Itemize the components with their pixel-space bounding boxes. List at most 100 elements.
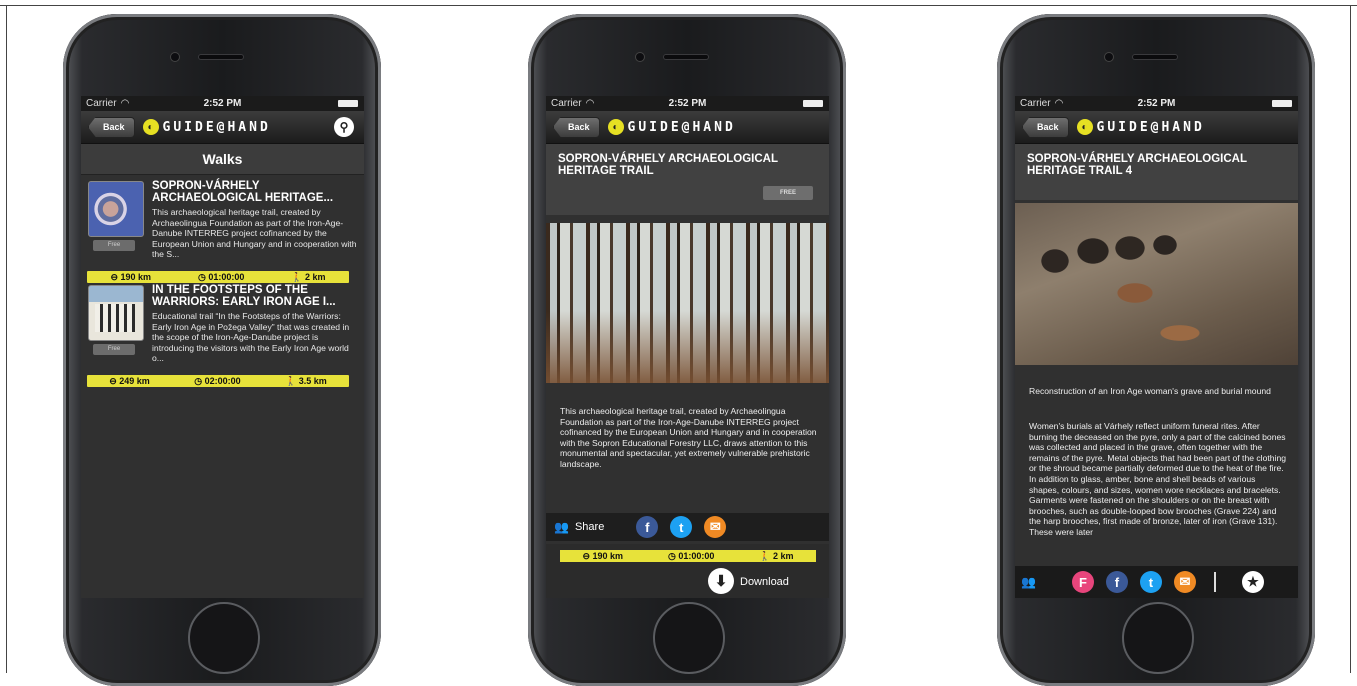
- speaker: [1133, 55, 1177, 59]
- length-stat: 🚶 2 km: [759, 550, 794, 561]
- app-logo: ◐ GUIDE@HAND: [142, 119, 271, 135]
- duration-stat: ◷ 01:00:00: [667, 550, 715, 561]
- distance-stat: ⊖ 190 km: [110, 271, 152, 282]
- clock: 2:52 PM: [1137, 98, 1176, 109]
- walk-thumbnail: [88, 181, 144, 237]
- distance-stat: ⊖ 249 km: [109, 375, 150, 386]
- status-bar: Carrier ◠ 2:52 PM: [1015, 96, 1298, 111]
- walker-icon: 🚶: [291, 271, 303, 282]
- status-bar: Carrier ◠ 2:52 PM: [81, 96, 364, 111]
- action-bar: 👥 F f t ✉ ★: [1015, 566, 1298, 598]
- detail-header: SOPRON-VÁRHELY ARCHAEOLOGICAL HERITAGE T…: [546, 144, 829, 215]
- people-icon[interactable]: 👥: [1021, 575, 1036, 589]
- walk-stats: ⊖ 190 km ◷ 01:00:00 🚶 2 km: [560, 550, 816, 562]
- car-icon: ⊖: [582, 550, 590, 561]
- twitter-icon[interactable]: t: [1139, 571, 1162, 593]
- trail-photo: [546, 223, 829, 383]
- battery-icon: [803, 100, 823, 107]
- mail-icon[interactable]: ✉: [1173, 571, 1196, 593]
- back-button[interactable]: Back: [553, 116, 600, 138]
- back-button[interactable]: Back: [1022, 116, 1069, 138]
- car-icon: ⊖: [110, 271, 118, 282]
- length-stat: 🚶 3.5 km: [285, 375, 327, 386]
- clock: 2:52 PM: [668, 98, 707, 109]
- page-title: Walks: [81, 144, 364, 175]
- screen-point-detail: Carrier ◠ 2:52 PM Back ◐ GUIDE@HAND SOPR…: [1015, 96, 1298, 598]
- camera: [636, 53, 644, 61]
- camera: [171, 53, 179, 61]
- screen-walk-detail: Carrier ◠ 2:52 PM Back ◐ GUIDE@HAND SOPR…: [546, 96, 829, 598]
- download-button[interactable]: ⬇: [708, 568, 734, 594]
- share-bar: 👥 Share f t ✉: [546, 513, 829, 541]
- status-bar: Carrier ◠ 2:52 PM: [546, 96, 829, 111]
- phone-1: Carrier ◠ 2:52 PM Back ◐ GUIDE@HAND ⚲ Wa…: [63, 14, 381, 686]
- speaker: [664, 55, 708, 59]
- twitter-icon[interactable]: t: [670, 516, 693, 538]
- back-button[interactable]: Back: [88, 116, 135, 138]
- clock: 2:52 PM: [203, 98, 242, 109]
- logo-text: GUIDE@HAND: [627, 119, 736, 135]
- list-item[interactable]: Free SOPRON-VÁRHELY ARCHAEOLOGICAL HERIT…: [81, 175, 364, 285]
- clock-icon: ◷: [197, 271, 206, 282]
- mail-icon[interactable]: ✉: [704, 516, 727, 538]
- app-logo: ◐ GUIDE@HAND: [1076, 119, 1205, 135]
- walk-description: Educational trail “In the Footsteps of t…: [152, 311, 350, 364]
- logo-hand-icon: ◐: [1076, 119, 1093, 135]
- home-button[interactable]: [188, 602, 260, 674]
- walk-title: SOPRON-VÁRHELY ARCHAEOLOGICAL HERITAGE T…: [558, 153, 778, 177]
- camera: [1105, 53, 1113, 61]
- download-label[interactable]: Download: [740, 576, 789, 588]
- nav-bar: Back ◐ GUIDE@HAND: [1015, 111, 1298, 144]
- point-title: SOPRON-VÁRHELY ARCHAEOLOGICAL HERITAGE T…: [1027, 153, 1247, 177]
- home-button[interactable]: [1122, 602, 1194, 674]
- battery-icon: [338, 100, 358, 107]
- walk-description: This archaeological heritage trail, crea…: [152, 207, 357, 260]
- app-logo: ◐ GUIDE@HAND: [607, 119, 736, 135]
- price-badge: Free: [93, 240, 135, 251]
- walker-icon: 🚶: [285, 375, 297, 386]
- logo-hand-icon: ◐: [142, 119, 159, 135]
- duration-stat: ◷ 02:00:00: [194, 375, 241, 386]
- speaker: [199, 55, 243, 59]
- length-stat: 🚶 2 km: [291, 271, 326, 282]
- walk-description: This archaeological heritage trail, crea…: [560, 406, 817, 469]
- phone-3: Carrier ◠ 2:52 PM Back ◐ GUIDE@HAND SOPR…: [997, 14, 1315, 686]
- people-icon: 👥: [554, 520, 569, 534]
- home-button[interactable]: [653, 602, 725, 674]
- price-badge: Free: [763, 186, 813, 200]
- facebook-icon[interactable]: f: [636, 516, 659, 538]
- facebook-icon[interactable]: f: [1105, 571, 1128, 593]
- duration-stat: ◷ 01:00:00: [197, 271, 245, 282]
- logo-hand-icon: ◐: [607, 119, 624, 135]
- frame-top: [0, 5, 1357, 6]
- car-icon: ⊖: [109, 375, 117, 386]
- walk-thumbnail: [88, 285, 144, 341]
- distance-stat: ⊖ 190 km: [582, 550, 624, 561]
- download-arrow-icon: ⬇: [714, 573, 728, 590]
- photo-caption: Reconstruction of an Iron Age woman's gr…: [1029, 386, 1271, 396]
- search-icon: ⚲: [339, 120, 349, 134]
- list-item[interactable]: Free IN THE FOOTSTEPS OF THE WARRIORS: E…: [81, 284, 364, 395]
- foursquare-icon[interactable]: F: [1071, 571, 1094, 593]
- frame-left: [6, 5, 7, 673]
- building-image: [95, 304, 135, 332]
- grave-photo: [1015, 203, 1298, 365]
- walker-icon: 🚶: [759, 550, 771, 561]
- walk-stats: ⊖ 249 km ◷ 02:00:00 🚶 3.5 km: [87, 375, 349, 387]
- clock-icon: ◷: [667, 550, 676, 561]
- logo-text: GUIDE@HAND: [162, 119, 271, 135]
- nav-bar: Back ◐ GUIDE@HAND: [546, 111, 829, 144]
- battery-icon: [1272, 100, 1292, 107]
- price-badge: Free: [93, 344, 135, 355]
- detail-header: SOPRON-VÁRHELY ARCHAEOLOGICAL HERITAGE T…: [1015, 144, 1298, 200]
- walk-title: SOPRON-VÁRHELY ARCHAEOLOGICAL HERITAGE..…: [152, 180, 334, 204]
- download-area: ⊖ 190 km ◷ 01:00:00 🚶 2 km ⬇ Download: [546, 544, 829, 598]
- walk-stats: ⊖ 190 km ◷ 01:00:00 🚶 2 km: [87, 271, 349, 283]
- share-label: Share: [574, 521, 605, 533]
- favorite-star-icon[interactable]: ★: [1241, 571, 1264, 593]
- phone-2: Carrier ◠ 2:52 PM Back ◐ GUIDE@HAND SOPR…: [528, 14, 846, 686]
- search-button[interactable]: ⚲: [334, 117, 354, 137]
- clock-icon: ◷: [194, 375, 203, 386]
- frame-right: [1350, 5, 1351, 673]
- logo-text: GUIDE@HAND: [1096, 119, 1205, 135]
